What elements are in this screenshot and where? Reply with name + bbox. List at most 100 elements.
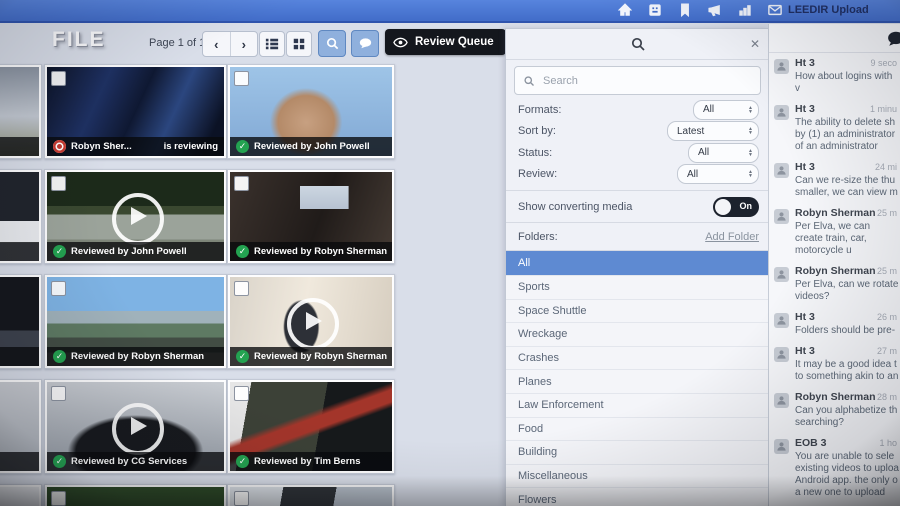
review-label: erman xyxy=(0,452,39,471)
chevron-updown-icon: ▲ ▼ xyxy=(748,169,753,180)
chat-panel-header xyxy=(769,24,900,53)
close-icon[interactable]: ✕ xyxy=(750,36,760,52)
chat-message[interactable]: Robyn Sherman 25 m Per Elva, can we rotat… xyxy=(769,261,900,307)
review-queue-button[interactable]: Review Queue xyxy=(385,29,506,55)
next-page-button[interactable]: › xyxy=(231,32,258,56)
media-card[interactable]: g xyxy=(0,64,42,159)
review-label: erman xyxy=(0,242,39,261)
reviewed-check-icon: ✓ xyxy=(236,245,249,258)
media-card[interactable]: ✓ Reviewed by Robyn Sherman xyxy=(44,274,227,369)
folder-item-law-enforcement[interactable]: Law Enforcement xyxy=(506,393,769,418)
media-card[interactable]: ✓ Reviewed by Robyn Sherman xyxy=(227,169,395,264)
media-card[interactable]: erman xyxy=(0,274,42,369)
folder-item-crashes[interactable]: Crashes xyxy=(506,346,769,371)
folder-item-wreckage[interactable]: Wreckage xyxy=(506,323,769,347)
folder-item-building[interactable]: Building xyxy=(506,441,769,465)
select-checkbox[interactable] xyxy=(234,176,249,191)
reviewed-check-icon: ✓ xyxy=(53,455,66,468)
toggle-knob xyxy=(715,198,731,215)
select-checkbox[interactable] xyxy=(234,491,249,506)
chevron-updown-icon: ▲ ▼ xyxy=(748,147,753,158)
bookmark-icon[interactable] xyxy=(678,3,692,18)
megaphone-icon[interactable] xyxy=(708,3,722,17)
grid-view-icon xyxy=(293,38,305,50)
home-icon[interactable] xyxy=(617,3,633,17)
folder-item-sports[interactable]: Sports xyxy=(506,276,769,300)
prev-page-button[interactable]: ‹ xyxy=(203,32,231,56)
review-queue-label: Review Queue xyxy=(415,36,494,48)
folder-item-planes[interactable]: Planes xyxy=(506,370,769,394)
media-card[interactable]: ✓ Reviewed by CG Services xyxy=(44,379,227,474)
media-card[interactable]: ✓ Reviewed by Robyn Sherman xyxy=(227,274,395,369)
converting-media-row: Show converting media On xyxy=(506,191,769,222)
chat-toggle-button[interactable] xyxy=(351,30,379,57)
chat-message[interactable]: Robyn Sherman 28 m Can you alphabetize th… xyxy=(769,387,900,433)
filter-row-status: Status: All ▲ ▼ xyxy=(506,142,769,164)
select-checkbox[interactable] xyxy=(234,386,249,401)
chat-message[interactable]: Ht 3 27 m It may be a good idea t to some… xyxy=(769,341,900,387)
play-button-icon[interactable] xyxy=(287,297,339,350)
folder-item-food[interactable]: Food xyxy=(506,417,769,442)
media-card[interactable]: ✓ Reviewed by Tim Berns xyxy=(227,379,395,474)
media-card[interactable]: ✓ Reviewed by John Powell xyxy=(44,169,227,264)
chat-message[interactable]: Ht 39 seco How about logins with v xyxy=(769,53,900,99)
play-button-icon[interactable] xyxy=(111,402,164,455)
review-label: erman xyxy=(0,347,39,366)
chat-message[interactable]: Robyn Sherman 25 m Per Elva, we can creat… xyxy=(769,203,900,261)
select-checkbox[interactable] xyxy=(234,71,249,86)
select-checkbox[interactable] xyxy=(51,281,66,296)
select-checkbox[interactable] xyxy=(51,491,66,506)
review-label: ✓ Reviewed by Robyn Sherman xyxy=(47,347,224,366)
folder-item-space-shuttle[interactable]: Space Shuttle xyxy=(506,299,769,324)
grid-view-button[interactable] xyxy=(286,31,312,57)
add-folder-link[interactable]: Add Folder xyxy=(705,231,759,243)
search-field-wrap xyxy=(514,66,761,95)
review-label: ✓ Reviewed by Robyn Sherman xyxy=(230,242,392,261)
play-button-icon[interactable] xyxy=(111,192,164,245)
show-converting-toggle[interactable]: On xyxy=(713,196,759,217)
monitor-screen: LEEDIR Upload FILE Page 1 of 1 ‹ › Revie… xyxy=(0,0,900,506)
status-dropdown[interactable]: All ▲ ▼ xyxy=(688,142,759,163)
chat-message[interactable]: Ht 3 24 mi Can we re-size the thu smaller… xyxy=(769,157,900,203)
avatar xyxy=(774,347,789,362)
media-card[interactable]: Robyn Sher... is reviewing xyxy=(44,64,227,159)
chat-message[interactable]: Ht 31 minu The ability to delete sh by (… xyxy=(769,99,900,157)
avatar xyxy=(774,163,789,178)
chat-panel: Ht 39 seco How about logins with v Ht 31… xyxy=(768,24,900,506)
avatar xyxy=(774,105,789,120)
filter-row-sortby: Sort by: Latest ▲ ▼ xyxy=(506,121,769,143)
select-checkbox[interactable] xyxy=(234,281,249,296)
app-title: LEEDIR Upload xyxy=(788,4,869,16)
stats-icon[interactable] xyxy=(738,3,752,17)
search-icon xyxy=(524,75,534,86)
search-input[interactable] xyxy=(541,73,752,88)
select-checkbox[interactable] xyxy=(51,176,66,191)
topbar-icon-group xyxy=(617,3,782,18)
filter-row-formats: Formats: All ▲ ▼ xyxy=(506,99,769,121)
formats-dropdown[interactable]: All ▲ ▼ xyxy=(693,99,759,120)
page-navigation: ‹ › xyxy=(202,31,258,57)
list-view-button[interactable] xyxy=(259,31,285,57)
media-card[interactable]: erman xyxy=(0,379,42,474)
review-dropdown[interactable]: All ▲ ▼ xyxy=(677,164,759,185)
media-card[interactable] xyxy=(227,484,395,506)
chat-message[interactable]: EOB 31 ho You are unable to sele existin… xyxy=(769,433,900,503)
folder-item-all[interactable]: All xyxy=(506,251,769,276)
sortby-dropdown[interactable]: Latest ▲ ▼ xyxy=(667,121,759,142)
media-card[interactable] xyxy=(44,484,227,506)
search-toggle-button[interactable] xyxy=(318,30,346,57)
filter-panel-header: ✕ xyxy=(506,29,769,60)
media-card[interactable]: erman xyxy=(0,169,42,264)
select-checkbox[interactable] xyxy=(51,386,66,401)
folder-item-flowers[interactable]: Flowers xyxy=(506,488,769,506)
chat-bubble-icon[interactable] xyxy=(887,30,900,53)
avatar xyxy=(774,313,789,328)
folder-item-miscellaneous[interactable]: Miscellaneous xyxy=(506,464,769,489)
chat-message[interactable]: Ht 3 26 m Folders should be pre- xyxy=(769,307,900,341)
folders-header: Folders: Add Folder xyxy=(518,230,759,243)
albums-icon[interactable] xyxy=(648,3,662,17)
media-card[interactable]: ✓ Reviewed by John Powell xyxy=(227,64,395,159)
mail-icon[interactable] xyxy=(768,3,782,17)
select-checkbox[interactable] xyxy=(51,71,66,86)
media-card[interactable] xyxy=(0,484,42,506)
